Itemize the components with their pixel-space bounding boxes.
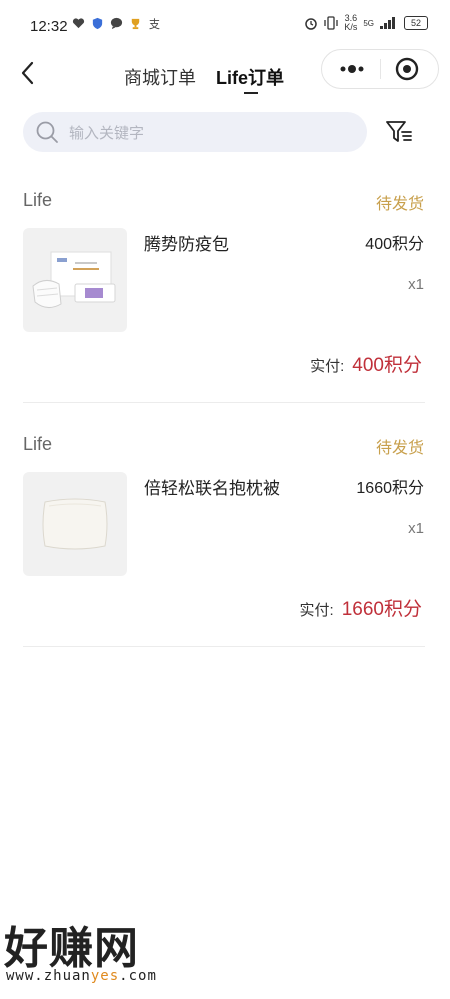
network-speed: 3.6 K/s [344, 14, 357, 32]
svg-text:支: 支 [149, 18, 160, 30]
pay-value: 1660积分 [341, 599, 422, 620]
search-icon [36, 121, 58, 143]
alarm-icon [305, 18, 318, 30]
product-quantity: x1 [408, 520, 424, 537]
battery-indicator: 52 [404, 16, 428, 30]
trophy-icon [131, 18, 140, 30]
order-store-name: Life [23, 434, 53, 454]
order-status: 待发货 [375, 196, 424, 213]
watermark-url-prefix: www.zhuan [6, 968, 91, 984]
alipay-icon: 支 [149, 18, 160, 30]
watermark-url-highlight: yes [90, 968, 120, 984]
signal-type: 5G [363, 18, 374, 28]
close-miniprogram-icon[interactable] [394, 56, 420, 82]
status-right: 3.6 K/s 5G 52 [304, 14, 428, 32]
payment-row: 实付: 1660积分 [300, 594, 422, 621]
more-options-icon[interactable] [330, 54, 374, 84]
product-price: 1660积分 [356, 480, 424, 497]
chat-bubble-icon [110, 17, 123, 30]
product-price: 400积分 [365, 236, 424, 253]
order-store-name: Life [23, 190, 53, 210]
pay-label: 实付: [299, 602, 334, 619]
shield-icon [92, 17, 103, 30]
product-name: 腾势防疫包 [144, 235, 229, 254]
filter-icon[interactable] [385, 118, 413, 146]
pay-value: 400积分 [352, 355, 422, 376]
payment-row: 实付: 400积分 [310, 350, 422, 377]
order-divider [23, 646, 425, 647]
notification-icons: 支 [72, 17, 161, 30]
tab-mall-orders[interactable]: 商城订单 [124, 64, 196, 90]
site-watermark: 好赚网 www.zhuanyes.com [2, 912, 202, 992]
product-image[interactable] [23, 228, 127, 332]
status-bar: 12:32 支 3.6 K/s 5G 52 [0, 0, 450, 52]
net-speed-unit: K/s [344, 22, 358, 32]
pay-label: 实付: [310, 358, 345, 375]
product-name: 倍轻松联名抱枕被 [144, 479, 280, 498]
search-input[interactable] [67, 112, 361, 154]
tab-life-orders[interactable]: Life订单 [216, 64, 284, 90]
back-arrow-icon[interactable] [14, 58, 42, 88]
active-tab-indicator [244, 92, 258, 94]
order-status: 待发货 [375, 440, 424, 457]
order-divider [23, 402, 425, 403]
miniprogram-capsule [321, 49, 439, 89]
product-image[interactable] [23, 472, 127, 576]
vibrate-icon [324, 16, 338, 30]
heart-icon [72, 18, 85, 29]
status-time: 12:32 [30, 18, 68, 35]
watermark-url-suffix: .com [119, 968, 157, 984]
search-box [23, 112, 367, 154]
product-quantity: x1 [408, 276, 424, 293]
watermark-title: 好赚网 [4, 924, 139, 973]
signal-bars-icon [380, 17, 395, 29]
capsule-divider [380, 59, 381, 79]
epidemic-kit-illustration [32, 251, 116, 308]
pillow-illustration [42, 498, 108, 550]
watermark-url: www.zhuanyes.com [6, 968, 157, 984]
